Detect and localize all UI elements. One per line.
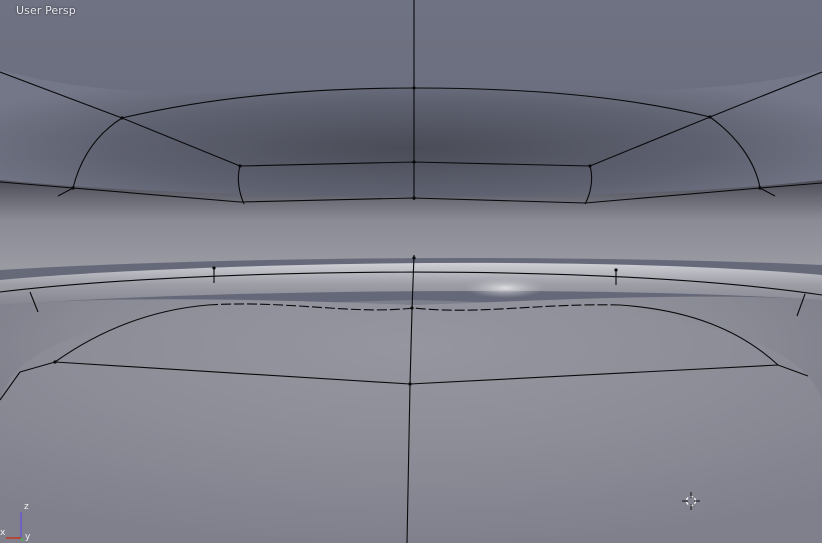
view-mode-label: User Persp (16, 4, 76, 17)
axis-z-label: z (24, 502, 29, 512)
axis-gizmo: z x y (0, 498, 40, 543)
axis-x-label: x (0, 528, 6, 538)
3d-viewport[interactable]: User Persp z x y (0, 0, 822, 543)
3d-cursor-icon[interactable] (682, 492, 700, 510)
axis-y-label: y (25, 532, 31, 542)
mesh-scene[interactable] (0, 0, 822, 543)
